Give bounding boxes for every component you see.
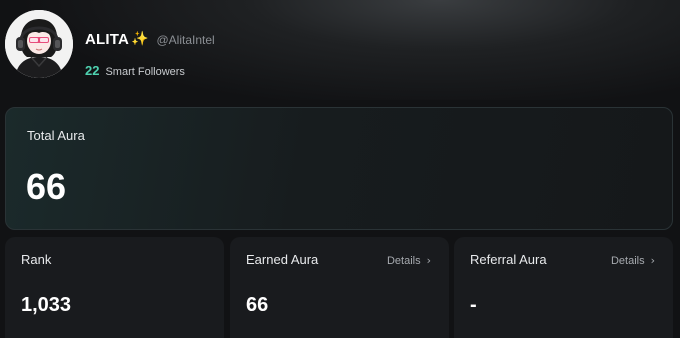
avatar[interactable] [5, 10, 73, 78]
chevron-right-icon: › [426, 254, 431, 267]
rank-label: Rank [21, 252, 52, 267]
profile-handle[interactable]: @AlitaIntel [156, 33, 214, 47]
referral-aura-card: Referral Aura Details › - [454, 237, 673, 338]
earned-aura-value: 66 [246, 294, 269, 316]
details-label: Details [386, 254, 421, 267]
followers-count: 22 [85, 63, 100, 78]
referral-aura-value: - [470, 294, 477, 316]
total-aura-label: Total Aura [27, 128, 85, 143]
smart-followers[interactable]: 22 Smart Followers [85, 63, 185, 78]
chevron-right-icon: › [650, 254, 655, 267]
profile-name: ALITA [85, 31, 130, 48]
earned-aura-label: Earned Aura [246, 252, 319, 267]
earned-aura-card: Earned Aura Details › 66 [230, 237, 449, 338]
rank-value: 1,033 [21, 294, 72, 316]
referral-aura-label: Referral Aura [470, 252, 547, 267]
earned-aura-details-link[interactable]: Details › [387, 254, 431, 267]
anime-girl-headphones-avatar-icon [5, 10, 73, 78]
profile-name-row: ALITA ✨ @AlitaIntel [85, 30, 215, 49]
referral-aura-details-link[interactable]: Details › [611, 254, 655, 267]
followers-label: Smart Followers [105, 66, 185, 78]
sparkle-icon: ✨ [131, 30, 149, 47]
profile-header-background [0, 0, 680, 100]
details-label: Details [610, 254, 645, 267]
total-aura-value: 66 [26, 166, 67, 207]
total-aura-card: Total Aura 66 [5, 107, 673, 230]
rank-card: Rank 1,033 [5, 237, 224, 338]
